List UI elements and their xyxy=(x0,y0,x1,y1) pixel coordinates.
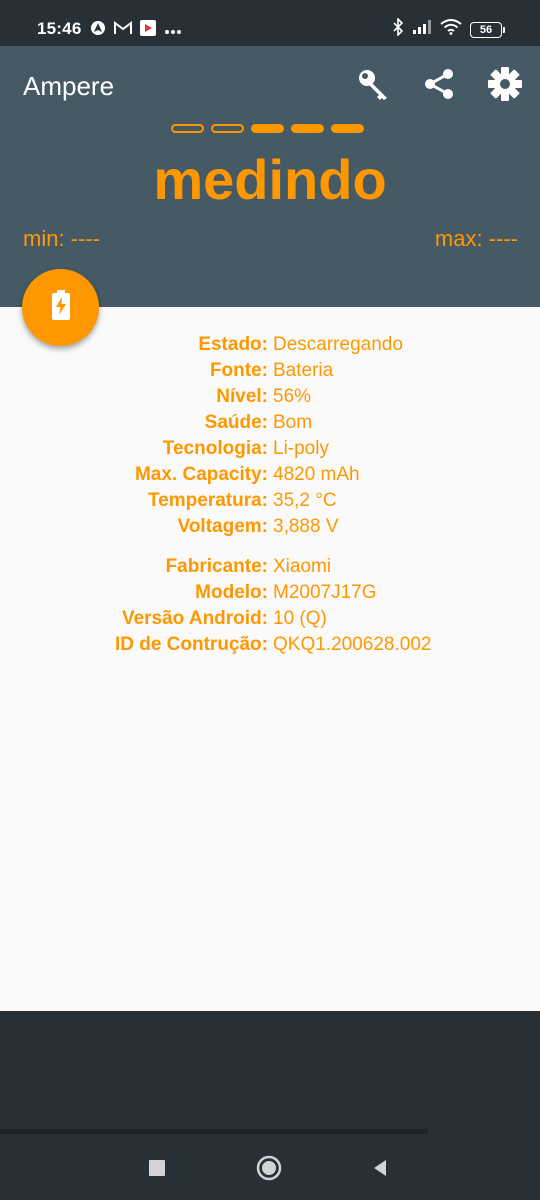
bluetooth-icon xyxy=(392,17,404,41)
header-actions xyxy=(354,65,524,103)
info-label: Temperatura: xyxy=(147,490,268,511)
navigation-bar xyxy=(0,1134,540,1200)
more-icon xyxy=(164,22,182,40)
info-label: Saúde: xyxy=(204,412,268,433)
info-label: Voltagem: xyxy=(177,516,268,537)
info-label: Nível: xyxy=(216,386,268,407)
info-label: Estado: xyxy=(198,334,268,355)
gmail-icon xyxy=(114,21,132,40)
home-circle-icon[interactable] xyxy=(255,1154,283,1182)
info-value: 35,2 °C xyxy=(273,490,337,511)
info-value: M2007J17G xyxy=(273,582,377,603)
info-value: Bateria xyxy=(273,360,334,381)
max-current-label: max: ---- xyxy=(434,226,518,251)
info-value: Bom xyxy=(273,412,313,433)
android-auto-icon xyxy=(90,20,106,41)
battery-icon: 56 xyxy=(470,21,505,38)
info-row: Saúde: Bom xyxy=(0,412,540,438)
info-row: Tecnologia: Li-poly xyxy=(0,438,540,464)
key-icon[interactable] xyxy=(354,65,392,103)
progress-indicator xyxy=(171,124,364,133)
settings-icon[interactable] xyxy=(486,65,524,103)
status-right-icons: 56 xyxy=(392,17,505,41)
info-content: Estado: Descarregando Fonte: Bateria Nível: 5… xyxy=(0,307,540,1011)
info-value: 10 (Q) xyxy=(273,608,327,629)
recents-square-icon[interactable] xyxy=(143,1154,171,1182)
info-value: QKQ1.200628.002 xyxy=(273,634,432,655)
info-row: Fonte: Bateria xyxy=(0,360,540,386)
status-bar: 15:46 56 xyxy=(0,0,540,46)
progress-segment-empty xyxy=(171,124,204,133)
progress-segment-filled xyxy=(331,124,364,133)
measuring-status: medindo xyxy=(153,148,387,211)
signal-icon xyxy=(412,19,432,40)
info-row: Modelo: M2007J17G xyxy=(0,582,540,608)
info-row: Fabricante: Xiaomi xyxy=(0,556,540,582)
back-triangle-icon[interactable] xyxy=(366,1154,394,1182)
info-value: 3,888 V xyxy=(273,516,339,537)
info-label: Fabricante: xyxy=(165,556,268,577)
status-time: 15:46 xyxy=(37,19,82,38)
info-label: ID de Contrução: xyxy=(114,634,268,655)
info-row: Versão Android: 10 (Q) xyxy=(0,608,540,634)
status-left-icons xyxy=(90,20,182,41)
app-title: Ampere xyxy=(23,71,115,101)
info-row: Voltagem: 3,888 V xyxy=(0,516,540,542)
battery-info-list: Estado: Descarregando Fonte: Bateria Nível: 5… xyxy=(0,334,540,542)
device-info-list: Fabricante: Xiaomi Modelo: M2007J17G Versão … xyxy=(0,556,540,660)
info-value: Li-poly xyxy=(273,438,329,459)
info-label: Modelo: xyxy=(195,582,268,603)
info-row: Max. Capacity: 4820 mAh xyxy=(0,464,540,490)
share-icon[interactable] xyxy=(420,65,458,103)
info-value: 4820 mAh xyxy=(273,464,360,485)
info-label: Versão Android: xyxy=(121,608,268,629)
progress-segment-filled xyxy=(251,124,284,133)
info-value: 56% xyxy=(273,386,312,407)
app-header: Ampere medindo min: ---- max: ---- xyxy=(0,46,540,307)
progress-segment-filled xyxy=(291,124,324,133)
battery-fab-button[interactable] xyxy=(22,269,99,346)
wifi-icon xyxy=(440,19,462,40)
info-row: Nível: 56% xyxy=(0,386,540,412)
info-label: Fonte: xyxy=(209,360,268,381)
info-row: ID de Contrução: QKQ1.200628.002 xyxy=(0,634,540,660)
info-value: Descarregando xyxy=(273,334,403,355)
info-label: Tecnologia: xyxy=(162,438,268,459)
info-label: Max. Capacity: xyxy=(134,464,268,485)
info-row: Temperatura: 35,2 °C xyxy=(0,490,540,516)
progress-segment-empty xyxy=(211,124,244,133)
youtube-music-icon xyxy=(140,20,156,41)
min-current-label: min: ---- xyxy=(23,226,100,251)
info-value: Xiaomi xyxy=(273,556,332,577)
battery-charging-icon xyxy=(51,290,71,325)
